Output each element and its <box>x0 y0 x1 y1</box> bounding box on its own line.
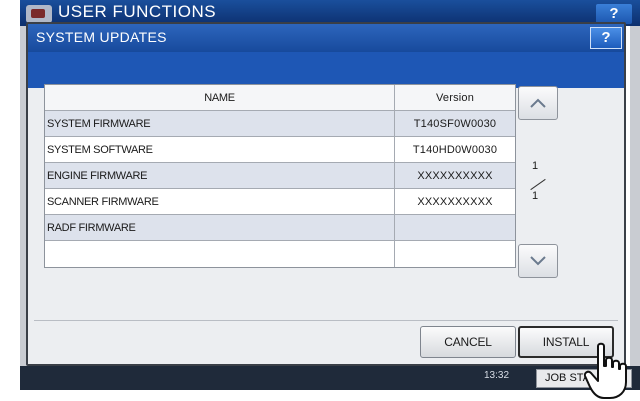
dialog-help-button[interactable]: ? <box>590 27 622 49</box>
dialog-title: SYSTEM UPDATES <box>36 29 167 45</box>
table-row[interactable]: RADF FIRMWARE <box>45 215 515 241</box>
dialog-header-band <box>28 52 624 88</box>
table-row[interactable]: SYSTEM SOFTWARE T140HD0W0030 <box>45 137 515 163</box>
scroll-down-button[interactable] <box>518 244 558 278</box>
firmware-name <box>45 241 395 267</box>
table-row[interactable]: SCANNER FIRMWARE XXXXXXXXXX <box>45 189 515 215</box>
firmware-name: SCANNER FIRMWARE <box>45 189 395 214</box>
total-pages: 1 <box>532 190 539 202</box>
firmware-version: T140HD0W0030 <box>412 143 498 156</box>
firmware-table: NAME Version SYSTEM FIRMWARE T140SF0W003… <box>44 84 516 268</box>
firmware-version <box>395 215 515 240</box>
column-header-version: Version <box>435 91 475 104</box>
firmware-name: ENGINE FIRMWARE <box>45 163 395 188</box>
app-logo-icon <box>26 5 52 23</box>
table-row <box>45 241 515 267</box>
chevron-down-icon <box>530 256 546 266</box>
table-row[interactable]: ENGINE FIRMWARE XXXXXXXXXX <box>45 163 515 189</box>
firmware-version <box>395 241 515 267</box>
firmware-name: RADF FIRMWARE <box>45 215 395 240</box>
scroll-up-button[interactable] <box>518 86 558 120</box>
table-header-row: NAME Version <box>45 85 515 111</box>
firmware-version: T140SF0W0030 <box>413 117 497 130</box>
background-title: USER FUNCTIONS <box>58 2 217 21</box>
clock: 13:32 <box>484 370 510 381</box>
dialog-divider <box>34 320 618 321</box>
table-row[interactable]: SYSTEM FIRMWARE T140SF0W0030 <box>45 111 515 137</box>
hand-pointer-icon <box>584 342 627 399</box>
column-header-name: NAME <box>45 85 395 110</box>
chevron-up-icon <box>530 98 546 108</box>
current-page: 1 <box>532 160 539 172</box>
cancel-button[interactable]: CANCEL <box>420 326 516 358</box>
background-help-button[interactable]: ? <box>596 4 632 24</box>
firmware-name: SYSTEM FIRMWARE <box>45 111 395 136</box>
firmware-name: SYSTEM SOFTWARE <box>45 137 395 162</box>
firmware-version: XXXXXXXXXX <box>417 195 493 208</box>
dialog-title-bar: SYSTEM UPDATES ? <box>28 24 624 52</box>
background-right-panel <box>630 26 640 368</box>
firmware-version: XXXXXXXXXX <box>417 169 493 182</box>
